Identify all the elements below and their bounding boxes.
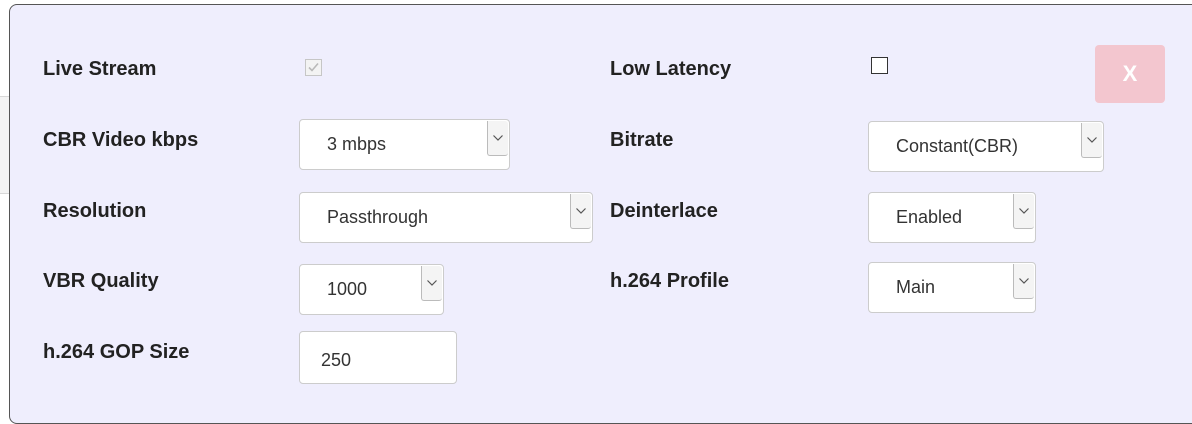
chevron-down-icon [493,135,503,141]
resolution-value: Passthrough [327,207,429,227]
h264-gop-size-label: h.264 GOP Size [43,341,190,363]
vbr-quality-select[interactable]: 1000 [299,264,444,315]
resolution-select[interactable]: Passthrough [299,192,593,243]
check-icon [308,62,319,72]
resolution-label: Resolution [43,200,147,222]
chevron-down-icon [1019,278,1029,284]
bitrate-select[interactable]: Constant(CBR) [868,121,1104,172]
vbr-quality-dropdown-button[interactable] [421,266,442,301]
vbr-quality-value: 1000 [327,279,368,299]
h264-profile-select[interactable]: Main [868,262,1036,313]
close-button[interactable]: X [1095,45,1165,103]
resolution-dropdown-button[interactable] [570,194,591,229]
cbr-video-kbps-select[interactable]: 3 mbps [299,119,510,170]
bitrate-label: Bitrate [610,129,674,151]
low-latency-label: Low Latency [610,58,732,80]
h264-profile-label: h.264 Profile [610,270,729,292]
deinterlace-dropdown-button[interactable] [1013,194,1034,229]
chevron-down-icon [1019,208,1029,214]
h264-profile-value: Main [896,277,936,297]
deinterlace-label: Deinterlace [610,200,718,222]
cbr-video-kbps-dropdown-button[interactable] [487,121,508,156]
bitrate-value: Constant(CBR) [896,136,1019,156]
low-latency-checkbox[interactable] [871,57,888,74]
chevron-down-icon [427,280,437,286]
deinterlace-value: Enabled [896,207,963,227]
vbr-quality-label: VBR Quality [43,270,159,292]
cbr-video-kbps-value: 3 mbps [327,134,387,154]
live-stream-label: Live Stream [43,58,157,80]
chevron-down-icon [576,208,586,214]
deinterlace-select[interactable]: Enabled [868,192,1036,243]
live-stream-checkbox [305,59,322,76]
h264-gop-size-value: 250 [321,350,352,370]
stream-settings-panel: Live Stream Low Latency X CBR Video kbps… [9,4,1192,424]
cbr-video-kbps-label: CBR Video kbps [43,129,199,151]
h264-profile-dropdown-button[interactable] [1013,264,1034,299]
h264-gop-size-input[interactable]: 250 [299,331,457,384]
chevron-down-icon [1087,137,1097,143]
bitrate-dropdown-button[interactable] [1081,123,1102,158]
